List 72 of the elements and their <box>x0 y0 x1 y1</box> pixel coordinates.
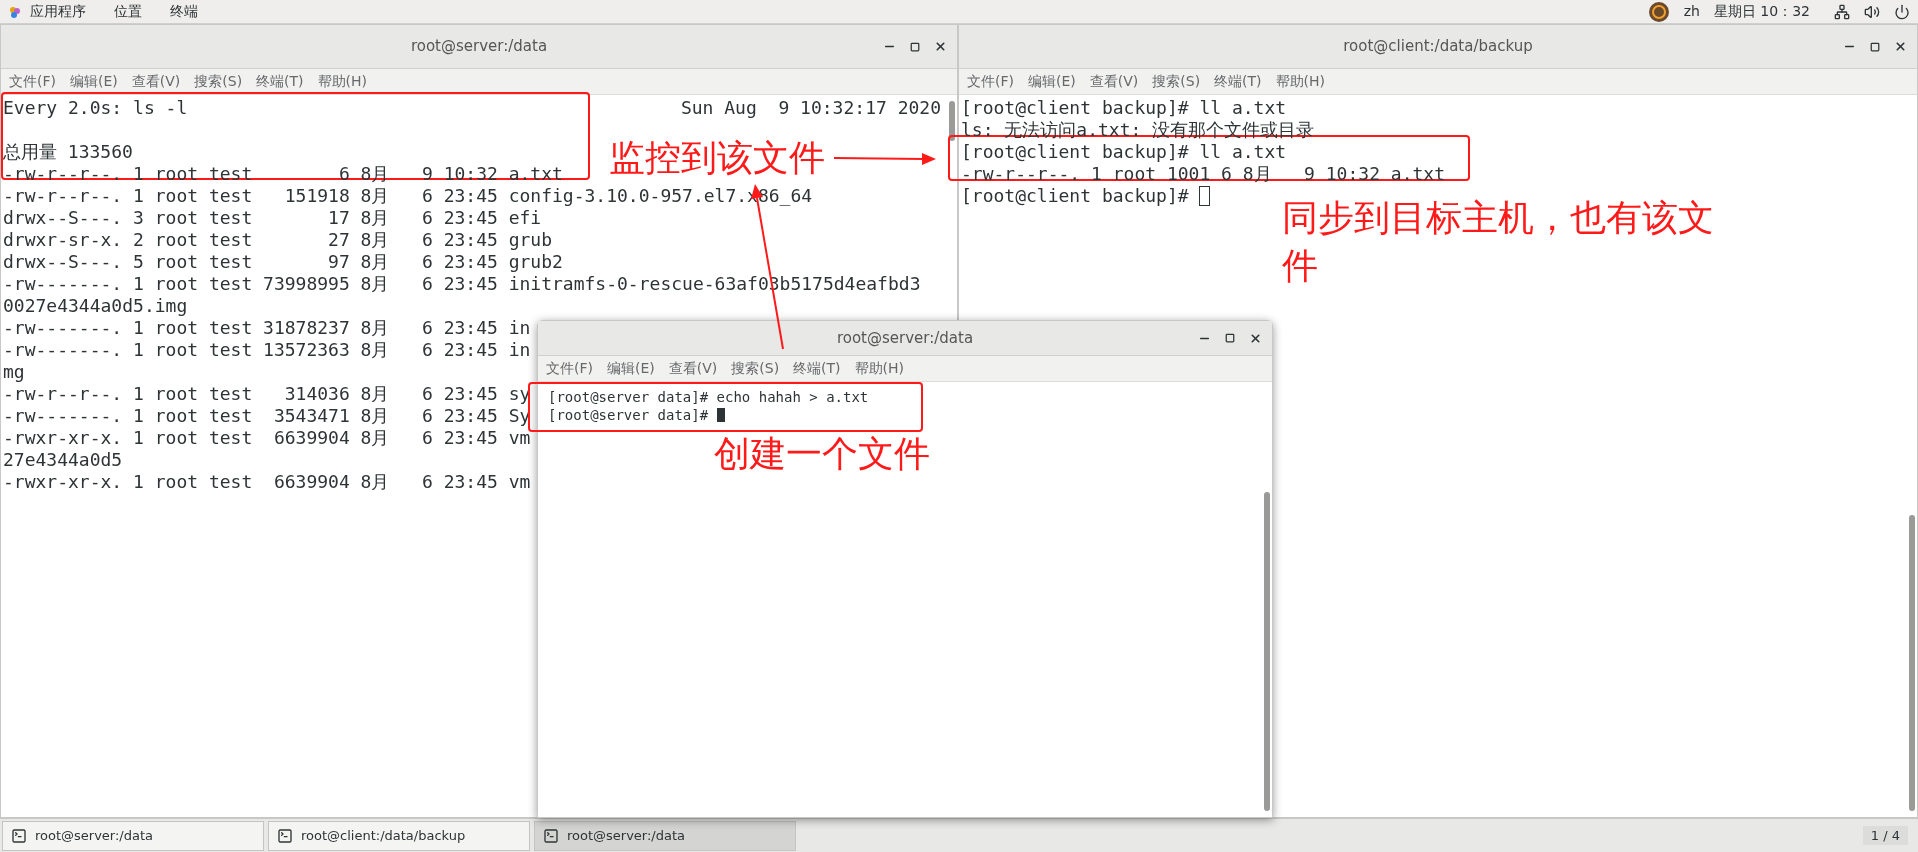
terminal-line: 27e4344a0d5 <box>3 449 123 471</box>
workspace-indicator[interactable]: 1 / 4 <box>1862 825 1908 846</box>
scrollbar[interactable] <box>1264 492 1270 811</box>
maximize-icon[interactable] <box>910 41 920 52</box>
top-menu[interactable]: 终端 <box>170 1 198 22</box>
menu-item[interactable]: 文件(F) <box>9 71 56 92</box>
terminal-line: -rw-r--r--. 1 root 1001 6 8月 9 10:32 a.txt <box>961 163 1445 185</box>
terminal-line: mg <box>3 361 25 383</box>
menu-item[interactable]: 搜索(S) <box>194 71 243 92</box>
terminal-line: Sun Aug 9 10:32:17 2020 <box>680 97 941 119</box>
maximize-icon[interactable] <box>1870 41 1880 52</box>
terminal-line: 0027e4344a0d5.img <box>3 295 188 317</box>
menu-item[interactable]: 搜索(S) <box>731 358 780 379</box>
close-icon[interactable] <box>1249 331 1262 345</box>
scrollbar[interactable] <box>949 101 955 141</box>
top-menu[interactable]: 位置 <box>114 1 142 22</box>
scrollbar[interactable] <box>1909 515 1915 811</box>
input-method[interactable]: zh <box>1683 1 1700 22</box>
terminal-line: [root@server data]# echo hahah > a.txt <box>548 388 869 406</box>
app-menu-icon <box>8 4 22 19</box>
taskbar-item[interactable]: root@server:/data <box>2 820 264 851</box>
menu-item[interactable]: 文件(F) <box>546 358 593 379</box>
terminal-line: -rwxr-xr-x. 1 root test 6639904 8月 6 23:45 vm <box>3 471 531 493</box>
menu-item[interactable]: 帮助(H) <box>854 358 905 379</box>
window-title: root@server:/data <box>836 327 974 349</box>
terminal-line: drwx--S---. 5 root test 97 8月 6 23:45 grub2 <box>3 251 563 273</box>
logo-icon[interactable] <box>1647 0 1670 23</box>
terminal-line: -rw-r--r--. 1 root test 314036 8月 6 23:45 sy <box>3 383 531 405</box>
terminal-line: 总用量 133560 <box>3 141 133 163</box>
menu-item[interactable]: 查看(V) <box>668 358 718 379</box>
clock[interactable]: 星期日 10：32 <box>1713 1 1810 22</box>
top-menu[interactable]: 应用程序 <box>30 1 86 22</box>
menu-item[interactable]: 终端(T) <box>793 358 841 379</box>
network-icon[interactable] <box>1834 3 1850 20</box>
menu-item[interactable]: 编辑(E) <box>1028 71 1076 92</box>
terminal-line: ls: 无法访问a.txt: 没有那个文件或目录 <box>961 119 1315 141</box>
terminal-line: [root@client backup]# ll a.txt <box>961 97 1287 119</box>
window-title: root@client:/data/backup <box>1343 36 1533 58</box>
terminal-line: -rw-------. 1 root test 31878237 8月 6 23:45 in <box>3 317 531 339</box>
taskbar-item[interactable]: root@client:/data/backup <box>268 820 530 851</box>
annotation-text: 同步到目标主机，也有该文件 <box>1282 196 1715 288</box>
taskbar-item[interactable]: root@server:/data <box>534 820 796 851</box>
terminal-line: Every 2.0s: ls -l <box>3 97 188 119</box>
window-title: root@server:/data <box>410 36 548 58</box>
close-icon[interactable] <box>1894 40 1907 53</box>
terminal-line: [root@client backup]# <box>961 185 1190 207</box>
menu-item[interactable]: 查看(V) <box>1089 71 1139 92</box>
menu-item[interactable]: 编辑(E) <box>607 358 655 379</box>
terminal-line: -rw-------. 1 root test 13572363 8月 6 23:45 in <box>3 339 531 361</box>
terminal-line: -rw-------. 1 root test 3543471 8月 6 23:45 Sy <box>3 405 531 427</box>
menu-item[interactable]: 查看(V) <box>131 71 181 92</box>
menu-item[interactable]: 编辑(E) <box>70 71 118 92</box>
menu-item[interactable]: 文件(F) <box>967 71 1014 92</box>
terminal-line: drwx--S---. 3 root test 17 8月 6 23:45 efi <box>3 207 542 229</box>
annotation-text: 监控到该文件 <box>609 136 825 180</box>
menu-item[interactable]: 帮助(H) <box>317 71 368 92</box>
terminal-icon <box>543 827 559 844</box>
power-icon[interactable] <box>1894 3 1910 20</box>
terminal-line: -rwxr-xr-x. 1 root test 6639904 8月 6 23:45 vm <box>3 427 531 449</box>
terminal-icon <box>277 827 293 844</box>
terminal-line: [root@client backup]# ll a.txt <box>961 141 1287 163</box>
close-icon[interactable] <box>934 40 947 53</box>
menu-item[interactable]: 搜索(S) <box>1152 71 1201 92</box>
menu-item[interactable]: 终端(T) <box>256 71 304 92</box>
terminal-icon <box>11 827 27 844</box>
volume-icon[interactable] <box>1864 3 1880 20</box>
terminal-line: [root@server data]# <box>548 406 710 424</box>
terminal-line: drwxr-sr-x. 2 root test 27 8月 6 23:45 grub <box>3 229 552 251</box>
menu-item[interactable]: 帮助(H) <box>1275 71 1326 92</box>
menu-item[interactable]: 终端(T) <box>1214 71 1262 92</box>
maximize-icon[interactable] <box>1225 333 1235 343</box>
annotation-text: 创建一个文件 <box>714 432 930 476</box>
